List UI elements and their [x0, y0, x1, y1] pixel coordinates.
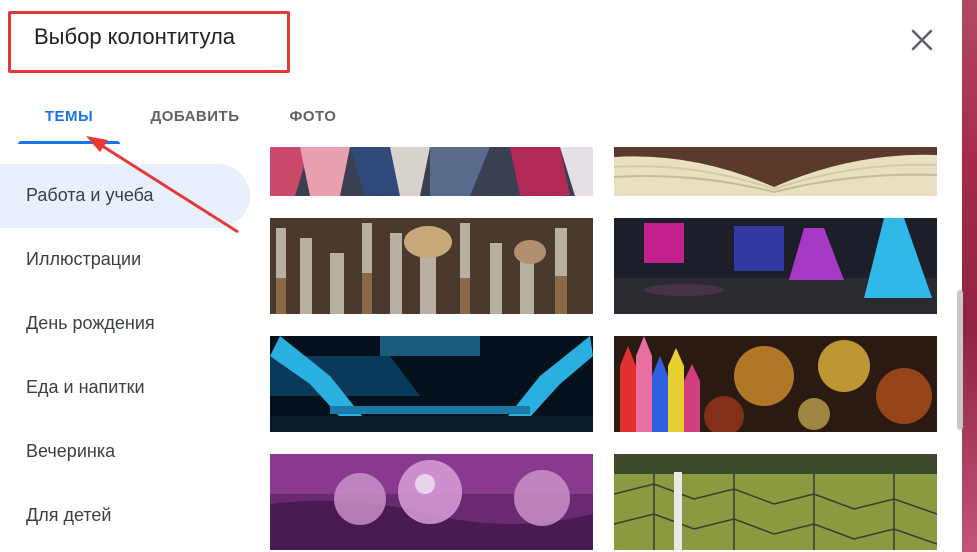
sidebar-item-birthday[interactable]: День рождения: [0, 292, 250, 356]
sidebar-item-party[interactable]: Вечеринка: [0, 420, 250, 484]
tab-label: ДОБАВИТЬ: [150, 108, 240, 125]
tab-label: ФОТО: [289, 108, 337, 125]
close-button[interactable]: [905, 24, 939, 56]
sidebar-item-label: Вечеринка: [26, 441, 116, 461]
theme-chemistry-flasks[interactable]: [614, 218, 937, 314]
theme-crayons-bokeh[interactable]: [614, 336, 937, 432]
theme-book[interactable]: [614, 147, 937, 196]
close-icon: [911, 29, 933, 51]
theme-fabric[interactable]: [270, 147, 593, 196]
scrollbar[interactable]: [957, 290, 963, 430]
tab-label: ТЕМЫ: [44, 108, 94, 125]
tab-photo[interactable]: ФОТО: [278, 100, 348, 138]
theme-water-drops[interactable]: [270, 454, 593, 550]
sidebar-item-work-study[interactable]: Работа и учеба: [0, 164, 250, 228]
sidebar-item-label: Еда и напитки: [26, 377, 145, 397]
category-sidebar: Работа и учеба Иллюстрации День рождения…: [0, 164, 250, 548]
dialog-title: Выбор колонтитула: [34, 24, 236, 49]
sidebar-item-label: Иллюстрации: [26, 249, 142, 269]
theme-microscope[interactable]: [270, 336, 593, 432]
tab-themes[interactable]: ТЕМЫ: [18, 100, 120, 144]
theme-soccer-field[interactable]: [614, 454, 937, 550]
sidebar-item-label: День рождения: [26, 313, 155, 333]
theme-paint-brushes[interactable]: [270, 218, 593, 314]
sidebar-item-label: Для детей: [26, 505, 112, 525]
sidebar-item-kids[interactable]: Для детей: [0, 484, 250, 548]
sidebar-item-label: Работа и учеба: [26, 185, 154, 205]
sidebar-item-food-drinks[interactable]: Еда и напитки: [0, 356, 250, 420]
sidebar-item-illustrations[interactable]: Иллюстрации: [0, 228, 250, 292]
tab-add[interactable]: ДОБАВИТЬ: [130, 100, 260, 138]
background-window-edge: [962, 0, 977, 552]
